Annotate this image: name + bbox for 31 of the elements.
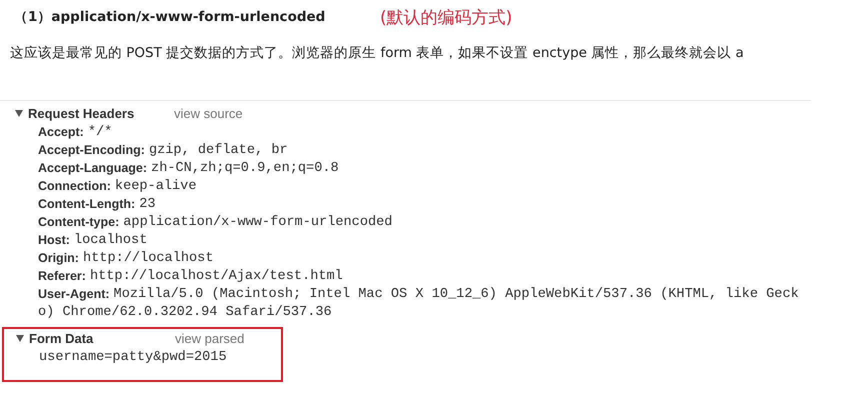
- header-value: */*: [88, 124, 112, 140]
- section-heading: （1）application/x-www-form-urlencoded: [14, 8, 326, 26]
- header-name: Accept:: [38, 125, 84, 139]
- header-name: Accept-Language:: [38, 161, 148, 175]
- header-name: Host:: [38, 233, 70, 247]
- paragraph-text: 这应该是最常见的 POST 提交数据的方式了。浏览器的原生 form 表单，如果不设置 enctype 属性，那么最终就会以 a: [10, 44, 745, 62]
- header-value: http://localhost/Ajax/test.html: [90, 268, 343, 284]
- header-value: localhost: [74, 232, 148, 248]
- header-name: Referer:: [38, 269, 86, 283]
- header-name: Accept-Encoding:: [38, 143, 145, 157]
- header-value: 23: [139, 196, 156, 212]
- header-value: http://localhost: [82, 250, 214, 266]
- view-link[interactable]: view parsed: [175, 331, 244, 346]
- header-value: Mozilla/5.0 (Macintosh; Intel Mac OS X 10_12_6) AppleWebKit/537.36 (KHTML, like Geck: [114, 286, 799, 302]
- disclosure-triangle-icon[interactable]: [16, 335, 24, 342]
- section-title: Form Data: [29, 331, 94, 346]
- header-name: Origin:: [38, 251, 79, 265]
- disclosure-triangle-icon[interactable]: [15, 110, 23, 117]
- header-value: gzip, deflate, br: [148, 142, 288, 158]
- header-name: User-Agent:: [38, 287, 110, 301]
- view-link[interactable]: view source: [174, 106, 243, 121]
- annotation-text: (默认的编码方式): [380, 6, 512, 28]
- header-name: Content-Length:: [38, 197, 136, 211]
- form-data-value: username=patty&pwd=2015: [39, 350, 227, 364]
- header-value: zh-CN,zh;q=0.9,en;q=0.8: [151, 160, 339, 176]
- header-value: keep-alive: [114, 178, 196, 194]
- section-title: Request Headers: [28, 106, 136, 121]
- header-name: Content-type:: [38, 215, 120, 229]
- header-name: Connection:: [38, 179, 111, 193]
- header-value: application/x-www-form-urlencoded: [123, 214, 392, 230]
- header-value: o) Chrome/62.0.3202.94 Safari/537.36: [38, 304, 332, 320]
